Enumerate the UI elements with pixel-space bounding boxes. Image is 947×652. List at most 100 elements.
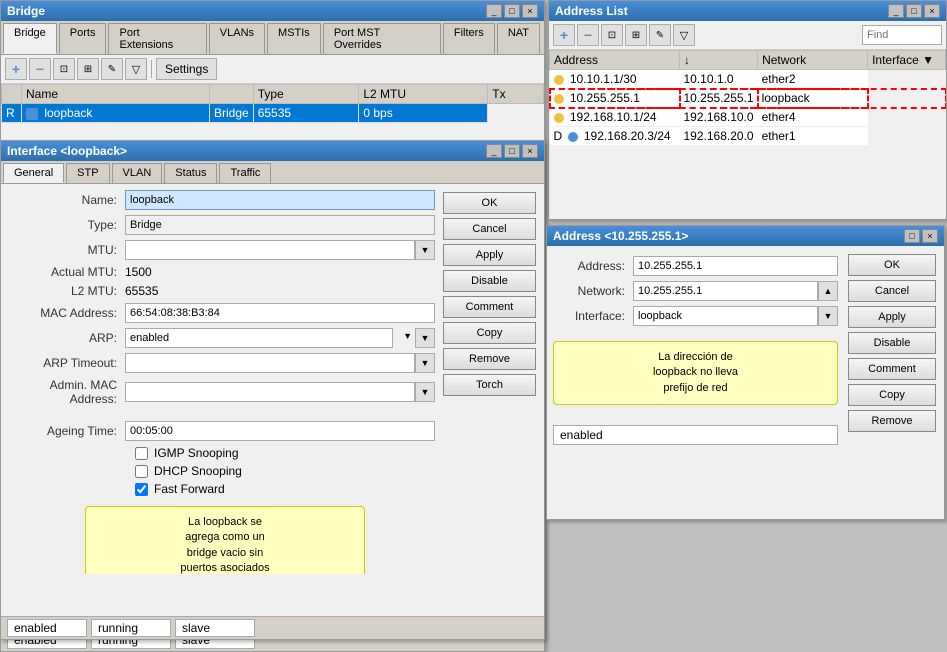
col-tx[interactable]: Tx — [488, 85, 544, 104]
addr-network-cell: 10.10.1.0 — [680, 70, 758, 89]
tab-bridge[interactable]: Bridge — [3, 23, 57, 54]
table-row[interactable]: 192.168.10.1/24 192.168.10.0 ether4 — [550, 108, 946, 127]
apply-button[interactable]: Apply — [443, 244, 536, 266]
addr-address-cell: 10.10.1.1/30 — [550, 70, 680, 89]
addr-edit-button[interactable]: ✎ — [649, 24, 671, 46]
addr-col-address[interactable]: Address — [550, 51, 680, 70]
addr-network-cell-2: 10.255.255.1 — [680, 89, 758, 108]
interface-close-button[interactable]: × — [522, 144, 538, 158]
addr-filter-button[interactable]: ▽ — [673, 24, 695, 46]
bridge-copy-button[interactable]: ⊡ — [53, 58, 75, 80]
tab-port-extensions[interactable]: Port Extensions — [108, 23, 206, 54]
tab-general[interactable]: General — [3, 163, 64, 183]
interface-minimize-button[interactable]: _ — [486, 144, 502, 158]
detail-ok-button[interactable]: OK — [848, 254, 936, 276]
actual-mtu-value: 1500 — [125, 265, 152, 279]
addr-remove-button[interactable]: − — [577, 24, 599, 46]
col-name[interactable]: Name — [22, 85, 210, 104]
torch-button[interactable]: Torch — [443, 374, 536, 396]
addr-list-close-button[interactable]: × — [924, 4, 940, 18]
detail-disable-button[interactable]: Disable — [848, 332, 936, 354]
l2mtu-label: L2 MTU: — [5, 284, 125, 298]
tab-filters[interactable]: Filters — [443, 23, 495, 54]
arp-timeout-dropdown-button[interactable]: ▼ — [415, 353, 435, 373]
addr-list-maximize-button[interactable]: □ — [906, 4, 922, 18]
table-row-loopback[interactable]: 10.255.255.1 10.255.255.1 loopback — [550, 89, 946, 108]
copy-button[interactable]: Copy — [443, 322, 536, 344]
cancel-button[interactable]: Cancel — [443, 218, 536, 240]
tab-status[interactable]: Status — [164, 163, 217, 183]
addr-add-button[interactable]: + — [553, 24, 575, 46]
addr-copy-icon-button[interactable]: ⊡ — [601, 24, 623, 46]
addr-find-input[interactable] — [862, 25, 942, 45]
dhcp-checkbox[interactable] — [135, 465, 148, 478]
ageing-input[interactable] — [125, 421, 435, 441]
detail-interface-input[interactable] — [633, 306, 818, 326]
tab-mstis[interactable]: MSTIs — [267, 23, 321, 54]
addr-col-sort[interactable]: ↓ — [680, 51, 758, 70]
arp-timeout-input[interactable] — [125, 353, 415, 373]
mtu-dropdown-button[interactable]: ▼ — [415, 240, 435, 260]
addr-paste-button[interactable]: ⊞ — [625, 24, 647, 46]
form-row-ageing: Ageing Time: — [5, 421, 435, 441]
tab-nat[interactable]: NAT — [497, 23, 540, 54]
disable-button[interactable]: Disable — [443, 270, 536, 292]
table-row[interactable]: D 192.168.20.3/24 192.168.20.0 ether1 — [550, 127, 946, 146]
address-list-window: Address List _ □ × + − ⊡ ⊞ ✎ ▽ Address ↓… — [548, 0, 947, 220]
detail-apply-button[interactable]: Apply — [848, 306, 936, 328]
addr-network-cell-4: 192.168.20.0 — [680, 127, 758, 146]
detail-address-input[interactable] — [633, 256, 838, 276]
detail-cancel-button[interactable]: Cancel — [848, 280, 936, 302]
igmp-checkbox[interactable] — [135, 447, 148, 460]
admin-mac-input[interactable] — [125, 382, 415, 402]
address-list-table: Address ↓ Network Interface ▼ 10.10.1.1/… — [549, 50, 946, 146]
bridge-remove-button[interactable]: − — [29, 58, 51, 80]
type-input[interactable] — [125, 215, 435, 235]
mtu-input[interactable] — [125, 240, 415, 260]
tab-ports[interactable]: Ports — [59, 23, 107, 54]
arp-input[interactable] — [125, 328, 393, 348]
bridge-maximize-button[interactable]: □ — [504, 4, 520, 18]
table-row[interactable]: R loopback Bridge 65535 0 bps — [2, 104, 544, 123]
ok-button[interactable]: OK — [443, 192, 536, 214]
detail-network-dropdown-button[interactable]: ▲ — [818, 281, 838, 301]
table-row[interactable]: 10.10.1.1/30 10.10.1.0 ether2 — [550, 70, 946, 89]
fast-forward-checkbox[interactable] — [135, 483, 148, 496]
detail-comment-button[interactable]: Comment — [848, 358, 936, 380]
admin-mac-dropdown-button[interactable]: ▼ — [415, 382, 435, 402]
address-list-toolbar: + − ⊡ ⊞ ✎ ▽ — [549, 21, 946, 50]
tab-traffic[interactable]: Traffic — [219, 163, 271, 183]
comment-button[interactable]: Comment — [443, 296, 536, 318]
detail-interface-dropdown-button[interactable]: ▼ — [818, 306, 838, 326]
bridge-edit-button[interactable]: ✎ — [101, 58, 123, 80]
addr-detail-close-button[interactable]: × — [922, 229, 938, 243]
detail-network-input[interactable] — [633, 281, 818, 301]
tab-port-mst-overrides[interactable]: Port MST Overrides — [323, 23, 441, 54]
interface-maximize-button[interactable]: □ — [504, 144, 520, 158]
addr-interface-cell-2: loopback — [758, 89, 868, 108]
interface-body: Name: Type: MTU: ▼ Actual MTU: 1500 L2 M… — [1, 184, 544, 574]
col-type[interactable]: Type — [253, 85, 359, 104]
addr-col-interface[interactable]: Interface ▼ — [868, 51, 946, 70]
interface-status-bar: enabled running slave — [1, 616, 544, 639]
bridge-minimize-button[interactable]: _ — [486, 4, 502, 18]
bridge-add-button[interactable]: + — [5, 58, 27, 80]
arp-dropdown-button[interactable]: ▼ — [415, 328, 435, 348]
tab-vlans[interactable]: VLANs — [209, 23, 265, 54]
bridge-window-controls: _ □ × — [486, 4, 538, 18]
tab-stp[interactable]: STP — [66, 163, 109, 183]
bridge-filter-button[interactable]: ▽ — [125, 58, 147, 80]
mac-input[interactable] — [125, 303, 435, 323]
col-l2mtu[interactable]: L2 MTU — [359, 85, 488, 104]
tab-vlan[interactable]: VLAN — [112, 163, 163, 183]
addr-list-minimize-button[interactable]: _ — [888, 4, 904, 18]
bridge-settings-button[interactable]: Settings — [156, 58, 217, 80]
detail-copy-button[interactable]: Copy — [848, 384, 936, 406]
bridge-paste-button[interactable]: ⊞ — [77, 58, 99, 80]
bridge-close-button[interactable]: × — [522, 4, 538, 18]
addr-detail-maximize-button[interactable]: □ — [904, 229, 920, 243]
name-input[interactable] — [125, 190, 435, 210]
detail-remove-button[interactable]: Remove — [848, 410, 936, 432]
addr-col-network[interactable]: Network — [758, 51, 868, 70]
remove-button[interactable]: Remove — [443, 348, 536, 370]
